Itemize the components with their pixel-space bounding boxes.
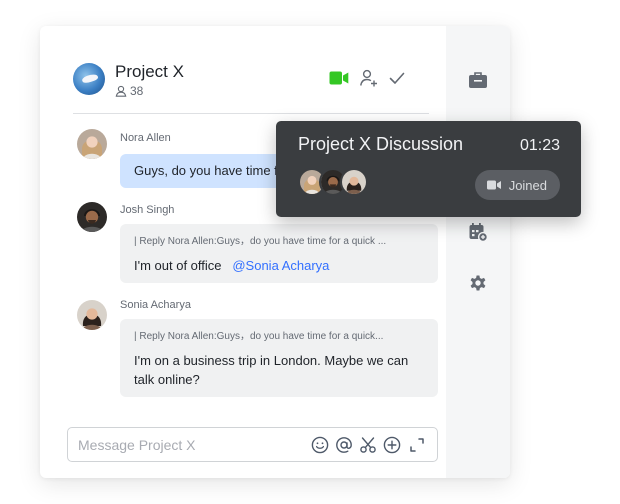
- group-title[interactable]: Project X: [115, 62, 184, 82]
- member-count-value: 38: [130, 84, 144, 98]
- avatar-nora-allen[interactable]: [77, 129, 107, 159]
- member-count[interactable]: 38: [115, 84, 143, 98]
- header-divider: [73, 113, 429, 114]
- message-text: I'm out of office: [134, 258, 222, 273]
- mention-link[interactable]: @Sonia Acharya: [232, 258, 329, 273]
- call-title: Project X Discussion: [298, 134, 464, 154]
- participant-avatar[interactable]: [340, 168, 368, 196]
- message-text: Guys, do you have time f: [134, 163, 278, 178]
- calendar-add-icon[interactable]: [466, 220, 490, 244]
- settings-icon[interactable]: [466, 271, 490, 295]
- message-bubble[interactable]: | Reply Nora Allen:Guys，do you have time…: [120, 319, 438, 397]
- message-body: I'm out of office @Sonia Acharya: [134, 256, 424, 275]
- joined-label: Joined: [508, 177, 547, 193]
- avatar-sonia-acharya[interactable]: [77, 300, 107, 330]
- call-timer: 01:23: [519, 137, 560, 154]
- video-call-icon[interactable]: [328, 67, 350, 89]
- right-sidebar: [446, 26, 510, 478]
- message-text: I'm on a business trip in London. Maybe …: [134, 353, 409, 387]
- sender-name: Josh Singh: [120, 204, 175, 216]
- add-member-icon[interactable]: [358, 67, 380, 89]
- checkmark-icon[interactable]: [386, 67, 408, 89]
- reply-quote[interactable]: | Reply Nora Allen:Guys，do you have time…: [134, 327, 424, 346]
- expand-icon[interactable]: [407, 435, 427, 455]
- message-bubble[interactable]: | Reply Nora Allen:Guys，do you have time…: [120, 224, 438, 283]
- chat-header: Project X 38: [40, 26, 446, 114]
- scissors-icon[interactable]: [358, 435, 378, 455]
- avatar-josh-singh[interactable]: [77, 202, 107, 232]
- chat-panel: Project X 38 Nora Allen Guys, do you hav…: [40, 26, 446, 478]
- call-popup[interactable]: Project X Discussion 01:23 Joined: [276, 121, 581, 217]
- group-avatar[interactable]: [73, 63, 105, 95]
- plus-circle-icon[interactable]: [382, 435, 402, 455]
- video-camera-icon: [486, 180, 501, 190]
- briefcase-icon[interactable]: [466, 68, 490, 92]
- message-composer[interactable]: Message Project X: [67, 427, 438, 462]
- reply-quote[interactable]: | Reply Nora Allen:Guys，do you have time…: [134, 232, 424, 251]
- composer-placeholder[interactable]: Message Project X: [78, 437, 196, 453]
- emoji-icon[interactable]: [310, 435, 330, 455]
- chat-window: Project X 38 Nora Allen Guys, do you hav…: [40, 26, 510, 478]
- sender-name: Sonia Acharya: [120, 299, 191, 311]
- members-icon: [115, 85, 127, 97]
- sender-name: Nora Allen: [120, 132, 171, 144]
- mention-icon[interactable]: [334, 435, 354, 455]
- joined-button[interactable]: Joined: [474, 170, 560, 200]
